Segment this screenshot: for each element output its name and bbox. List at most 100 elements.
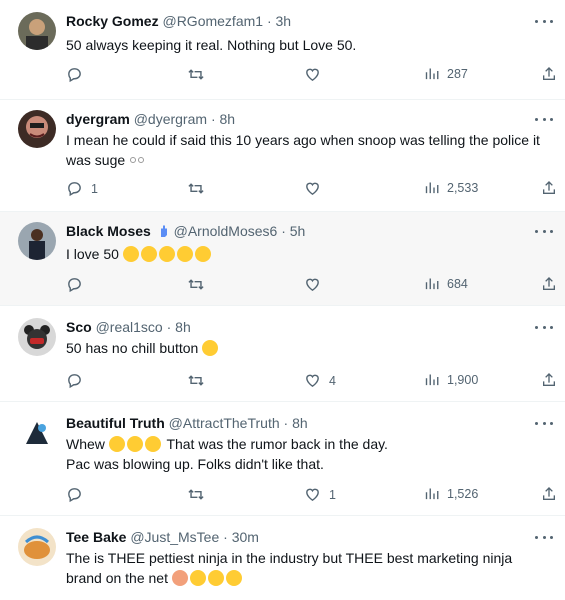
reply-button[interactable] <box>66 372 91 389</box>
like-button[interactable] <box>304 180 329 197</box>
joy-emoji <box>207 570 224 586</box>
timestamp[interactable]: 8h <box>220 111 236 127</box>
tweet[interactable]: Beautiful Truth @AttractTheTruth · 8h Wh… <box>0 402 565 516</box>
like-button[interactable] <box>304 276 329 293</box>
retweet-button[interactable] <box>187 486 213 503</box>
handle[interactable]: @RGomezfam1 <box>162 13 263 29</box>
share-button[interactable] <box>541 486 557 502</box>
tweet[interactable]: Rocky Gomez @RGomezfam1 · 3h 50 always k… <box>0 0 565 100</box>
display-name[interactable]: dyergram <box>66 111 130 127</box>
raised-hand-badge-icon <box>160 225 167 237</box>
reply-icon <box>68 374 81 389</box>
share-button[interactable] <box>541 180 557 196</box>
retweet-icon <box>188 69 204 80</box>
more-icon[interactable] <box>535 322 553 332</box>
reply-button[interactable] <box>66 486 91 503</box>
timestamp[interactable]: 8h <box>292 415 308 431</box>
views-icon <box>425 68 439 80</box>
tweet[interactable]: Black Moses @ArnoldMoses6 · 5h I love 50… <box>0 212 565 306</box>
views-button[interactable]: 1,900 <box>424 372 478 387</box>
disappointed-relieved-emoji <box>126 436 143 452</box>
reply-icon <box>68 488 81 503</box>
handle[interactable]: @ArnoldMoses6 <box>174 223 278 239</box>
display-name[interactable]: Sco <box>66 319 92 335</box>
timestamp[interactable]: 3h <box>276 13 292 29</box>
tweet-header: Sco @real1sco · 8h <box>66 319 191 335</box>
person-facepalming-emoji <box>171 570 188 586</box>
more-icon[interactable] <box>535 114 553 124</box>
handle[interactable]: @Just_MsTee <box>130 529 219 545</box>
share-button[interactable] <box>541 66 557 82</box>
views-icon <box>425 488 439 500</box>
joy-emoji <box>189 570 206 586</box>
retweet-button[interactable] <box>187 372 213 389</box>
retweet-icon <box>188 375 204 386</box>
tweet-text: 50 has no chill button <box>66 338 556 358</box>
display-name[interactable]: Tee Bake <box>66 529 126 545</box>
more-icon[interactable] <box>535 226 553 236</box>
retweet-button[interactable] <box>187 276 213 293</box>
joy-emoji <box>140 246 157 262</box>
share-icon <box>543 487 555 500</box>
share-icon <box>543 277 555 290</box>
joy-emoji <box>225 570 242 586</box>
like-icon <box>306 374 319 388</box>
disappointed-relieved-emoji <box>144 436 161 452</box>
retweet-button[interactable] <box>187 66 213 83</box>
tweet[interactable]: dyergram @dyergram · 8h I mean he could … <box>0 100 565 212</box>
tweet-header: Black Moses @ArnoldMoses6 · 5h <box>66 223 306 239</box>
tweet-header: Rocky Gomez @RGomezfam1 · 3h <box>66 13 292 29</box>
reply-icon <box>68 68 81 83</box>
tweet[interactable]: Sco @real1sco · 8h 50 has no chill butto… <box>0 306 565 402</box>
handle[interactable]: @dyergram <box>134 111 207 127</box>
timestamp[interactable]: 8h <box>175 319 191 335</box>
joy-emoji <box>194 246 211 262</box>
tweet-text: The is THEE pettiest ninja in the indust… <box>66 550 513 586</box>
like-icon <box>306 68 319 82</box>
share-button[interactable] <box>541 276 557 292</box>
display-name[interactable]: Rocky Gomez <box>66 13 159 29</box>
avatar[interactable] <box>18 528 56 566</box>
timestamp[interactable]: 5h <box>290 223 306 239</box>
display-name[interactable]: Black Moses <box>66 223 151 239</box>
reply-button[interactable] <box>66 66 91 83</box>
handle[interactable]: @AttractTheTruth <box>169 415 280 431</box>
like-icon <box>306 182 319 196</box>
avatar[interactable] <box>18 414 56 452</box>
more-icon[interactable] <box>535 532 553 542</box>
views-button[interactable]: 1,526 <box>424 486 478 501</box>
tweet[interactable]: Tee Bake @Just_MsTee · 30m The is THEE p… <box>0 516 565 600</box>
eyes-emoji <box>129 155 147 165</box>
avatar[interactable] <box>18 110 56 148</box>
like-button[interactable]: 1 <box>304 486 336 503</box>
avatar[interactable] <box>18 12 56 50</box>
views-button[interactable]: 2,533 <box>424 180 478 195</box>
tweet-text: 50 always keeping it real. Nothing but L… <box>66 37 357 53</box>
reply-button[interactable]: 1 <box>66 180 98 197</box>
share-icon <box>543 373 555 386</box>
more-icon[interactable] <box>535 16 553 26</box>
retweet-icon <box>188 183 204 194</box>
like-icon <box>306 278 319 292</box>
handle[interactable]: @real1sco <box>96 319 163 335</box>
share-button[interactable] <box>541 372 557 388</box>
timestamp[interactable]: 30m <box>232 529 259 545</box>
like-button[interactable] <box>304 66 329 83</box>
reply-button[interactable] <box>66 276 91 293</box>
reply-icon <box>68 182 81 197</box>
tweet-text: I mean he could if said this 10 years ag… <box>66 132 540 168</box>
views-icon <box>425 374 439 386</box>
display-name[interactable]: Beautiful Truth <box>66 415 165 431</box>
views-button[interactable]: 287 <box>424 66 468 81</box>
views-button[interactable]: 684 <box>424 276 468 291</box>
like-button[interactable]: 4 <box>304 372 336 389</box>
avatar[interactable] <box>18 318 56 356</box>
joy-emoji <box>158 246 175 262</box>
retweet-button[interactable] <box>187 180 213 197</box>
reply-icon <box>68 278 81 293</box>
tweet-header: Beautiful Truth @AttractTheTruth · 8h <box>66 415 308 431</box>
more-icon[interactable] <box>535 418 553 428</box>
avatar[interactable] <box>18 222 56 260</box>
retweet-icon <box>188 489 204 500</box>
joy-emoji <box>176 246 193 262</box>
